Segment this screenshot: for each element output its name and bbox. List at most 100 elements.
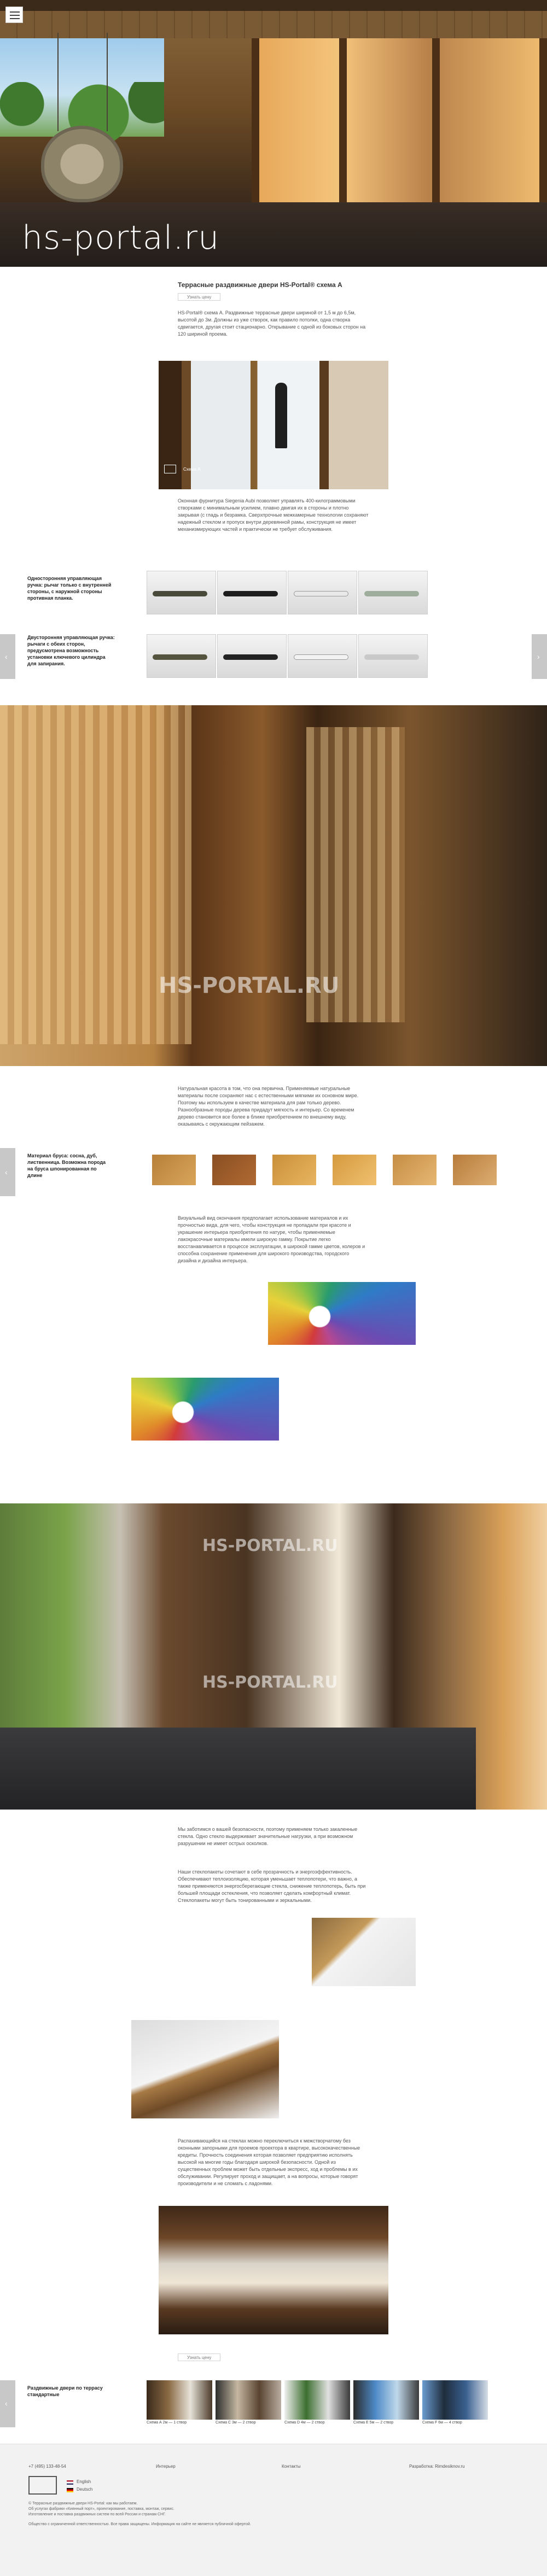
flag-de-icon[interactable] (67, 2488, 73, 2492)
related-caption: Схема F 6м — 4 створ (422, 2421, 462, 2425)
handle-image[interactable] (288, 634, 357, 678)
wood-sample-icon (152, 1155, 196, 1185)
wood-sample[interactable] (207, 1148, 262, 1192)
related-prev-button[interactable]: ‹ (0, 2380, 15, 2427)
watermark-text: HS-PORTAL.RU (202, 1673, 338, 1692)
handle-icon (294, 654, 348, 660)
fittings-text: Оконная фурнитура Siegenia Aubi позволяе… (178, 498, 369, 532)
price-button[interactable]: Узнать цену (178, 293, 221, 301)
handle-image[interactable] (147, 571, 216, 614)
wood-sample[interactable] (267, 1148, 322, 1192)
hardware-text: Распахивающийся на стеклах можно переклю… (178, 2138, 360, 2186)
section-title: Террасные раздвижные двери HS-Portal® сх… (178, 281, 342, 289)
related-item[interactable]: Схема С 3м — 2 створ (216, 2380, 281, 2425)
intro-text: HS-Portal® схема А. Раздвижные террасные… (178, 310, 366, 337)
color-palette-photo (131, 1378, 279, 1441)
wood-sample[interactable] (327, 1148, 382, 1192)
watermark-text: HS-PORTAL.RU (159, 973, 340, 998)
wood-sample[interactable] (447, 1148, 503, 1192)
handle-icon (153, 654, 207, 660)
related-label: Раздвижные двери по террасу стандартные (27, 2385, 103, 2397)
related-caption: Схема D 4м — 2 створ (284, 2421, 325, 2425)
handle-image[interactable] (147, 634, 216, 678)
chevron-right-icon: › (537, 652, 540, 661)
handle-image[interactable] (217, 634, 287, 678)
lang-link[interactable]: English (77, 2479, 91, 2484)
handle-image[interactable] (217, 571, 287, 614)
wood-sample[interactable] (387, 1148, 443, 1192)
chevron-left-icon: ‹ (5, 1168, 8, 1176)
related-caption: Схема Е 5м — 2 створ (353, 2421, 394, 2425)
photo-caption: Схема А (183, 467, 201, 472)
gallery-next-button[interactable]: › (532, 634, 547, 679)
handle-icon (364, 654, 419, 660)
hero-swing-rope (107, 33, 108, 131)
related-item[interactable]: Схема А 2м — 1 створ (147, 2380, 212, 2425)
footer-developer[interactable]: Разработка: Rimdesiknov.ru (409, 2464, 465, 2469)
scheme-a-photo: Схема А (159, 361, 388, 489)
hero-door-frame (339, 38, 347, 224)
hero-banner: hs-portal.ru (0, 0, 547, 267)
photo-person (275, 383, 287, 448)
related-item[interactable]: Схема Е 5м — 2 створ (353, 2380, 419, 2425)
handle-icon (223, 654, 278, 660)
photo-floor (0, 1728, 476, 1810)
related-item[interactable]: Схема F 6м — 4 створ (422, 2380, 488, 2425)
hero-swing-rope (57, 33, 59, 131)
wood-gallery (147, 1148, 508, 1192)
interior-photo (159, 2206, 388, 2334)
logo-icon (28, 2476, 57, 2495)
handle-icon (153, 591, 207, 596)
handle-image[interactable] (288, 571, 357, 614)
wood-sample-icon (393, 1155, 437, 1185)
related-caption: Схема А 2м — 1 створ (147, 2421, 187, 2425)
terrace-photo: HS-PORTAL.RU (0, 705, 547, 1066)
colors-text: Визуальный вид окончания предполагает ис… (178, 1215, 365, 1263)
gallery-prev-button[interactable]: ‹ (0, 634, 15, 679)
wood-label: Материал бруса: сосна, дуб, лиственница.… (27, 1153, 106, 1178)
hero-door-frame (432, 38, 440, 224)
related-item[interactable]: Схема D 4м — 2 створ (284, 2380, 350, 2425)
handle-image[interactable] (358, 571, 428, 614)
wood-sample[interactable] (147, 1148, 202, 1192)
price-button[interactable]: Узнать цену (178, 2353, 221, 2361)
footer-phone[interactable]: +7 (495) 133-48-54 (28, 2464, 66, 2469)
handle-double-label: Двусторонняя управляющая ручка: рычаги с… (27, 635, 115, 666)
wood-prev-button[interactable]: ‹ (0, 1148, 15, 1196)
wood-sample-icon (333, 1155, 376, 1185)
handle-gallery-row2 (147, 634, 428, 678)
menu-icon (10, 11, 20, 13)
color-palette-photo (268, 1282, 416, 1345)
hero-beam (0, 0, 547, 11)
logo-icon (164, 465, 176, 473)
flag-en-icon[interactable] (67, 2480, 73, 2485)
glass-text: Наши стеклопакеты сочетают в себе прозра… (178, 1869, 366, 1903)
veranda-photo: HS-PORTAL.RU HS-PORTAL.RU (0, 1503, 547, 1810)
watermark-text: HS-PORTAL.RU (202, 1536, 338, 1555)
handle-gallery-row1 (147, 571, 428, 614)
hero-hanging-swing (41, 126, 123, 202)
lang-link[interactable]: Deutsch (77, 2487, 92, 2492)
wood-sample-icon (453, 1155, 497, 1185)
menu-icon (10, 15, 20, 16)
footer: +7 (495) 133-48-54 Интерьер Контакты Раз… (0, 2444, 547, 2576)
footer-line: Изготовление и поставка раздвижных систе… (28, 2513, 166, 2516)
related-caption: Схема С 3м — 2 створ (216, 2421, 256, 2425)
wood-sample-icon (212, 1155, 256, 1185)
menu-icon (10, 18, 20, 19)
footer-line: © Террасные раздвижные двери HS-Portal: … (28, 2502, 138, 2505)
handle-icon (364, 591, 419, 596)
related-gallery: Схема А 2м — 1 створ Схема С 3м — 2 ство… (147, 2380, 547, 2425)
menu-button[interactable] (5, 7, 23, 23)
chevron-left-icon: ‹ (5, 2399, 8, 2408)
hero-glass-doors (252, 38, 547, 224)
hero-door-frame (252, 38, 259, 224)
footer-link[interactable]: Интерьер (156, 2464, 176, 2469)
footer-line: Об услугах фабрики «Киянный порт», проек… (28, 2507, 174, 2511)
hero-title: hs-portal.ru (22, 219, 220, 257)
handle-single-label: Односторонняя управляющая ручка: рычаг т… (27, 576, 112, 601)
wood-sample-icon (272, 1155, 316, 1185)
footer-link[interactable]: Контакты (282, 2464, 301, 2469)
chevron-left-icon: ‹ (5, 652, 8, 661)
handle-image[interactable] (358, 634, 428, 678)
